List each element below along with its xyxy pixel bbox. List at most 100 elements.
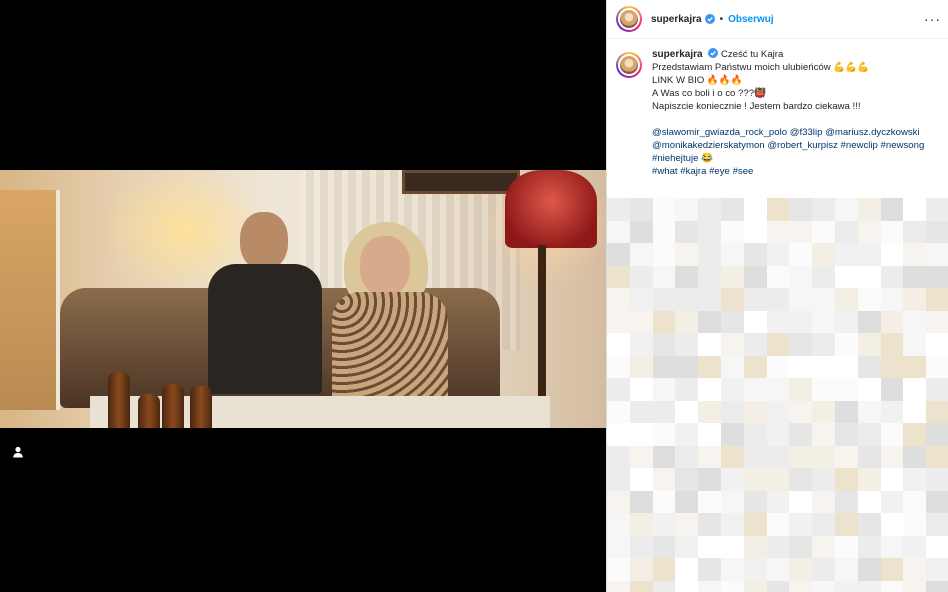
mosaic-tile [698,423,721,446]
verified-badge-icon [704,14,715,24]
follow-button[interactable]: Obserwuj [728,14,774,25]
avatar[interactable] [616,52,642,78]
mosaic-tile [789,243,813,266]
mosaic-tile [652,243,676,266]
mosaic-tile [766,333,790,356]
mosaic-tile [720,265,744,288]
mosaic-tile [834,333,858,356]
mosaic-tile [926,265,948,288]
mosaic-tile [903,220,927,243]
mosaic-tile [675,378,699,401]
mosaic-tile [652,310,676,333]
mosaic-tile [675,198,699,221]
mosaic-tile [834,490,858,513]
mosaic-tile [675,220,699,243]
mosaic-tile [675,445,699,468]
mosaic-tile [834,378,858,401]
mosaic-tile [720,535,744,558]
laughing-emoji: 😂 [701,153,714,164]
mosaic-tile [834,558,858,581]
hashtag-link[interactable]: #see [733,166,754,177]
pixelated-comments [607,198,948,592]
mosaic-tile [857,423,881,446]
mosaic-tile [812,378,835,401]
mosaic-tile [880,378,904,401]
mosaic-tile [607,513,630,536]
mention-link[interactable]: @f33lip [790,127,823,138]
mosaic-tile [698,310,721,333]
mosaic-tile [743,243,767,266]
mosaic-tile [926,558,948,581]
mosaic-tile [607,580,630,592]
mosaic-tile [743,580,767,592]
mosaic-tile [652,580,676,592]
hashtag-link[interactable]: #kajra [680,166,706,177]
mosaic-tile [743,333,767,356]
hashtag-link[interactable]: #what [652,166,678,177]
mosaic-tile [607,558,630,581]
mosaic-tile [903,288,927,311]
mention-link[interactable]: @robert_kurpisz [767,140,838,151]
mention-link[interactable]: @monikakedzierskatymon [652,140,765,151]
mosaic-tile [766,468,790,491]
mosaic-tile [834,468,858,491]
photo-table [90,372,550,428]
mention-link[interactable]: @slawomir_gwiazda_rock_polo [652,127,787,138]
mosaic-tile [880,265,904,288]
mosaic-tile [743,490,767,513]
mosaic-tile [834,400,858,423]
mosaic-tile [743,558,767,581]
username[interactable]: superkajra [651,14,702,25]
hashtag-link[interactable]: #eye [709,166,730,177]
mosaic-tile [652,288,676,311]
mosaic-tile [698,445,721,468]
caption-username[interactable]: superkajra [652,49,703,60]
mosaic-tile [675,580,699,592]
hashtag-link[interactable]: #niehejtuje [652,153,698,164]
mosaic-tile [698,468,721,491]
mosaic-tile [720,558,744,581]
mosaic-tile [903,310,927,333]
mosaic-tile [629,423,653,446]
mosaic-tile [652,400,676,423]
mosaic-tile [629,445,653,468]
mosaic-tile [766,265,790,288]
mosaic-tile [903,445,927,468]
mosaic-tile [812,400,835,423]
post-photo[interactable] [0,170,606,428]
mosaic-tile [926,288,948,311]
mosaic-tile [698,558,721,581]
mosaic-tile [926,400,948,423]
avatar[interactable] [616,6,642,32]
mosaic-tile [652,355,676,378]
mention-link[interactable]: @mariusz.dyczkowski [825,127,920,138]
mosaic-tile [652,198,676,221]
tagged-users-icon[interactable] [11,445,25,459]
mosaic-tile [675,400,699,423]
mosaic-tile [926,580,948,592]
mosaic-tile [880,535,904,558]
mosaic-tile [607,310,630,333]
mosaic-tile [857,198,881,221]
mosaic-tile [743,513,767,536]
caption-line: Cześć tu Kajra [720,49,784,60]
mosaic-tile [812,468,835,491]
mosaic-tile [629,468,653,491]
hashtag-link[interactable]: #newsong [881,140,925,151]
hashtag-link[interactable]: #newclip [841,140,878,151]
mosaic-tile [698,535,721,558]
mosaic-tile [652,445,676,468]
mosaic-tile [903,423,927,446]
mosaic-tile [926,490,948,513]
mosaic-tile [926,535,948,558]
mosaic-tile [857,513,881,536]
mosaic-tile [743,198,767,221]
mosaic-tile [698,198,721,221]
mosaic-tile [652,265,676,288]
mosaic-tile [698,490,721,513]
mosaic-tile [789,423,813,446]
mosaic-tile [857,535,881,558]
more-options-icon[interactable]: ··· [924,11,941,27]
mosaic-tile [903,198,927,221]
mosaic-tile [766,288,790,311]
